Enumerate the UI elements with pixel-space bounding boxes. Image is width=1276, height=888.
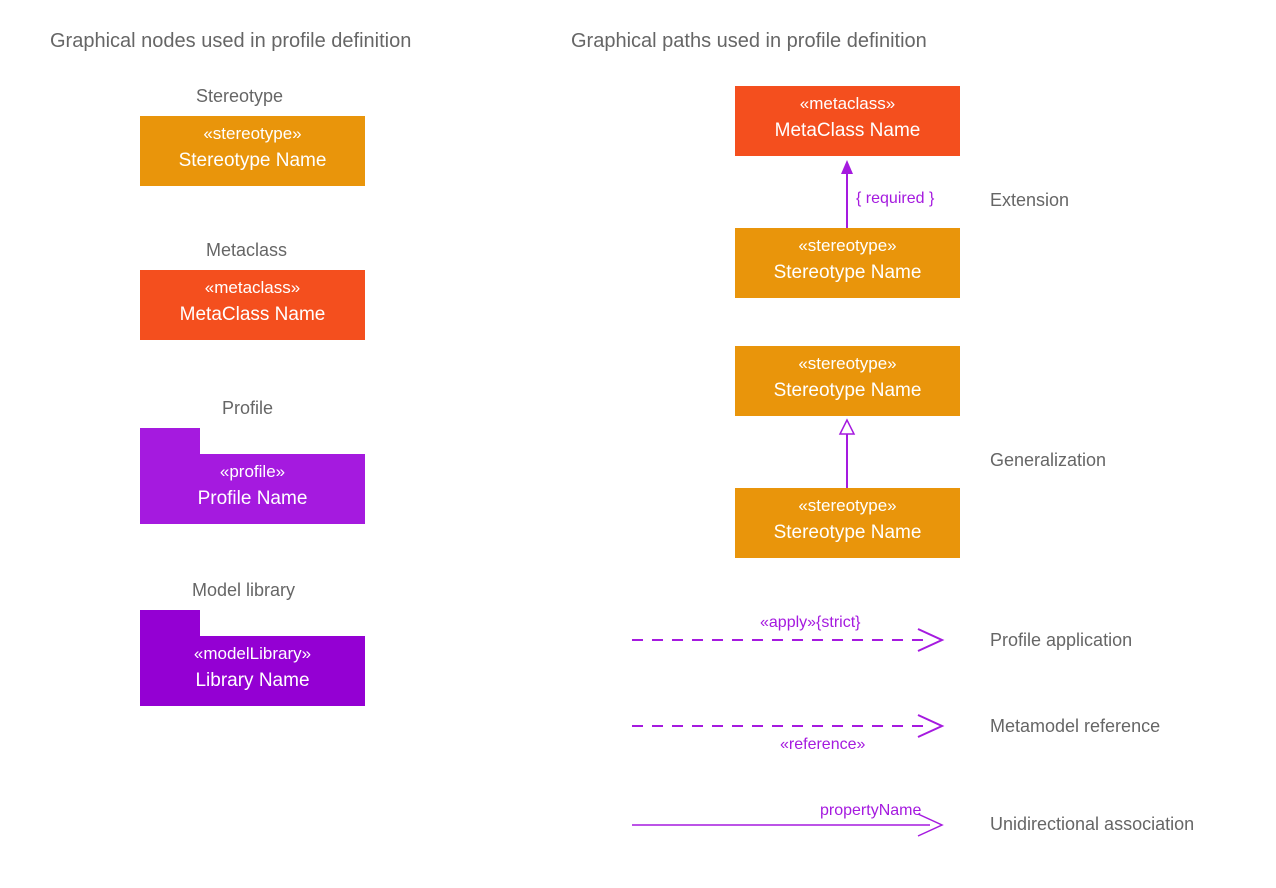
profile-tab [140,428,200,454]
profile-guillemet: «profile» [160,462,345,482]
ext-metaclass-box: «metaclass» MetaClass Name [735,86,960,156]
stereotype-name: Stereotype Name [160,150,345,172]
ref-label: Metamodel reference [990,716,1160,737]
stereotype-label: Stereotype [196,86,283,107]
profile-name: Profile Name [160,488,345,510]
uni-label: Unidirectional association [990,814,1194,835]
ext-label: Extension [990,190,1069,211]
metaclass-guillemet: «metaclass» [160,278,345,298]
modellib-guillemet: «modelLibrary» [160,644,345,664]
modellib-label: Model library [192,580,295,601]
ext-stereotype-guillemet: «stereotype» [755,236,940,256]
gen-top-name: Stereotype Name [755,380,940,402]
right-section-title: Graphical paths used in profile definiti… [571,30,927,53]
gen-bottom-box: «stereotype» Stereotype Name [735,488,960,558]
metaclass-name: MetaClass Name [160,304,345,326]
metaclass-label: Metaclass [206,240,287,261]
uni-text: propertyName [820,802,921,820]
gen-top-box: «stereotype» Stereotype Name [735,346,960,416]
ext-metaclass-name: MetaClass Name [755,120,940,142]
modellib-box: «modelLibrary» Library Name [140,636,365,706]
ext-stereotype-box: «stereotype» Stereotype Name [735,228,960,298]
stereotype-guillemet: «stereotype» [160,124,345,144]
modellib-tab [140,610,200,636]
left-section-title: Graphical nodes used in profile definiti… [50,30,411,53]
apply-text: «apply»{strict} [760,614,861,632]
metaclass-box: «metaclass» MetaClass Name [140,270,365,340]
profile-label: Profile [222,398,273,419]
profile-box: «profile» Profile Name [140,454,365,524]
apply-label: Profile application [990,630,1132,651]
gen-label: Generalization [990,450,1106,471]
ext-metaclass-guillemet: «metaclass» [755,94,940,114]
ref-text: «reference» [780,736,865,754]
modellib-name: Library Name [160,670,345,692]
stereotype-box: «stereotype» Stereotype Name [140,116,365,186]
ext-stereotype-name: Stereotype Name [755,262,940,284]
gen-bottom-name: Stereotype Name [755,522,940,544]
gen-bottom-guillemet: «stereotype» [755,496,940,516]
ext-constraint: { required } [856,190,934,208]
gen-top-guillemet: «stereotype» [755,354,940,374]
